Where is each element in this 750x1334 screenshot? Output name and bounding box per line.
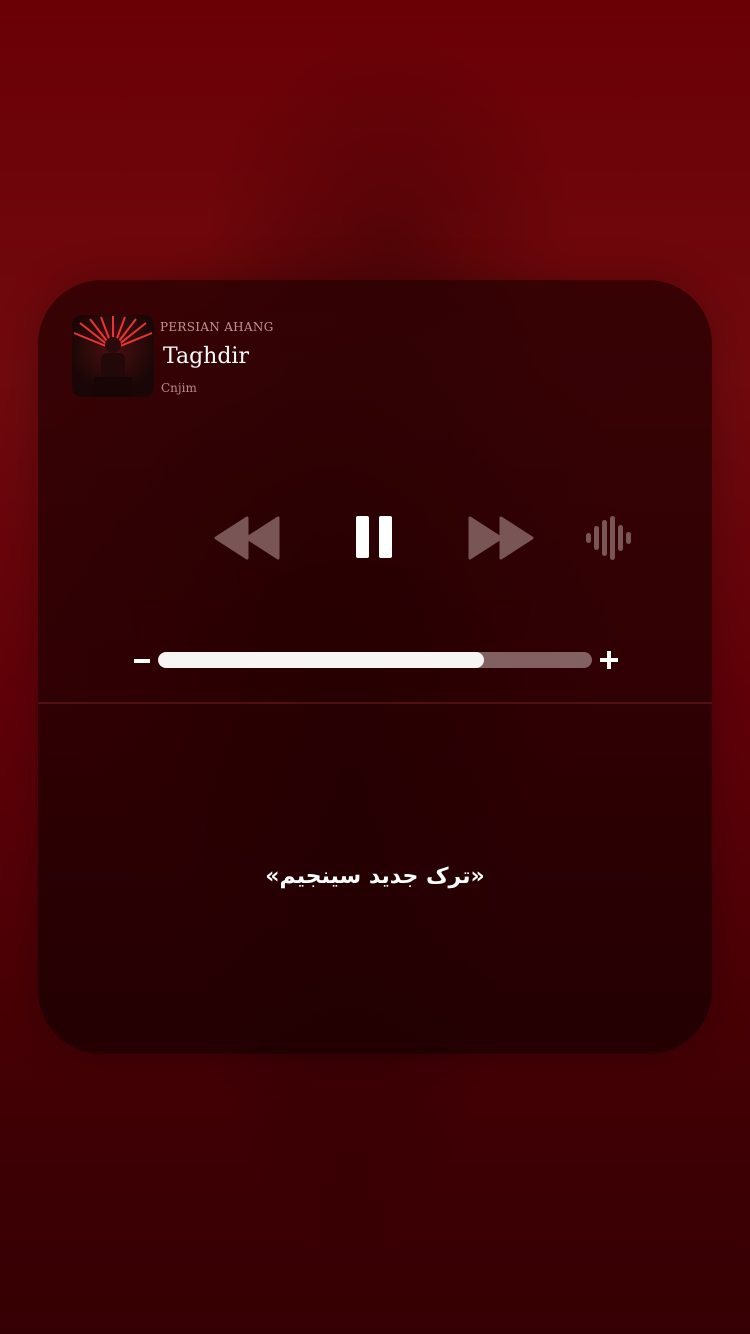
rewind-icon xyxy=(214,516,280,560)
fast-forward-icon xyxy=(468,516,534,560)
panel-divider xyxy=(38,702,712,704)
now-playing-panel: PERSIAN AHANG Taghdir Cnjim «ترک جدید سی… xyxy=(38,280,712,1054)
volume-minus-icon[interactable] xyxy=(134,659,150,663)
pause-icon xyxy=(356,516,392,558)
track-title: Taghdir xyxy=(163,344,249,369)
artist-name: Cnjim xyxy=(161,381,197,395)
pause-button[interactable] xyxy=(354,514,394,560)
album-artwork[interactable] xyxy=(72,315,154,397)
waveform-icon xyxy=(586,516,631,560)
volume-slider[interactable] xyxy=(158,652,592,668)
rewind-button[interactable] xyxy=(214,516,280,560)
caption-text: «ترک جدید سینجیم» xyxy=(265,864,485,889)
audio-output-button[interactable] xyxy=(584,516,634,560)
volume-plus-icon[interactable] xyxy=(600,651,618,669)
volume-slider-fill xyxy=(158,652,484,668)
forward-button[interactable] xyxy=(468,516,534,560)
source-label: PERSIAN AHANG xyxy=(160,320,274,334)
